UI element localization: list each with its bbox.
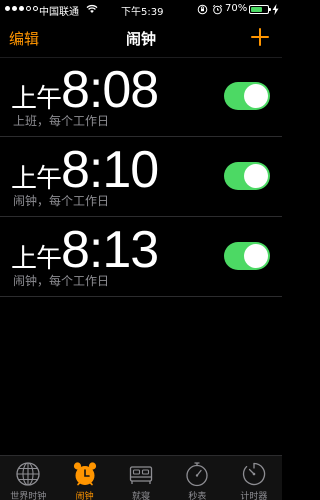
alarm-toggle[interactable] — [224, 162, 270, 190]
tab-label: 世界时钟 — [10, 492, 47, 500]
alarm-ampm: 上午 — [11, 84, 62, 114]
battery-percentage: 70% — [225, 3, 248, 14]
alarm-ampm: 上午 — [11, 244, 62, 274]
page-title: 闹钟 — [125, 30, 156, 48]
alarm-time: 上午 8:13 — [11, 221, 159, 279]
orientation-lock-icon — [197, 4, 208, 15]
tab-bar: 世界时钟 闹钟 就寝 秒表 计时器 — [0, 455, 282, 500]
tab-label: 计时器 — [240, 492, 268, 500]
tab-label: 秒表 — [188, 492, 207, 500]
tab-label: 闹钟 — [75, 492, 94, 500]
navigation-bar: 编辑 闹钟 — [0, 20, 282, 58]
alarm-label: 上班，每个工作日 — [13, 114, 110, 128]
alarm-time: 上午 8:08 — [11, 61, 159, 119]
bed-icon — [129, 466, 153, 484]
alarm-list: 上午 8:08 上班，每个工作日 上午 8:10 闹钟，每个工作日 上午 8:1… — [0, 57, 282, 297]
alarm-toggle[interactable] — [224, 242, 270, 270]
toggle-knob — [244, 244, 268, 268]
wifi-icon — [86, 5, 98, 13]
toggle-knob — [244, 164, 268, 188]
charging-bolt-icon — [272, 4, 279, 15]
alarm-hhmm: 8:08 — [61, 61, 159, 119]
status-bar: 中国联通 下午5:39 70% — [0, 0, 282, 20]
alarm-clock-icon — [73, 462, 96, 486]
battery-icon — [249, 5, 271, 14]
timer-icon — [242, 462, 265, 486]
alarm-row[interactable]: 上午 8:08 上班，每个工作日 — [0, 57, 282, 137]
toggle-knob — [244, 84, 268, 108]
plus-icon[interactable] — [250, 27, 270, 47]
tab-alarm[interactable]: 闹钟 — [56, 456, 112, 500]
signal-strength-icon — [5, 6, 38, 11]
alarm-toggle[interactable] — [224, 82, 270, 110]
tab-stopwatch[interactable]: 秒表 — [169, 456, 225, 500]
alarm-label: 闹钟，每个工作日 — [13, 194, 110, 208]
tab-label: 就寝 — [132, 492, 151, 500]
carrier-name: 中国联通 — [39, 7, 79, 18]
stopwatch-icon — [186, 462, 209, 487]
alarm-label: 闹钟，每个工作日 — [13, 274, 110, 288]
tab-bedtime[interactable]: 就寝 — [113, 456, 169, 500]
alarm-row[interactable]: 上午 8:10 闹钟，每个工作日 — [0, 137, 282, 217]
alarm-ampm: 上午 — [11, 164, 62, 194]
tab-world-clock[interactable]: 世界时钟 — [0, 456, 56, 500]
alarm-row[interactable]: 上午 8:13 闹钟，每个工作日 — [0, 217, 282, 297]
alarm-time: 上午 8:10 — [11, 141, 159, 199]
globe-icon — [16, 462, 40, 486]
alarm-status-icon — [212, 4, 223, 15]
alarm-hhmm: 8:10 — [61, 141, 159, 199]
tab-timer[interactable]: 计时器 — [226, 456, 282, 500]
alarm-hhmm: 8:13 — [61, 221, 159, 279]
status-time: 下午5:39 — [121, 7, 164, 18]
